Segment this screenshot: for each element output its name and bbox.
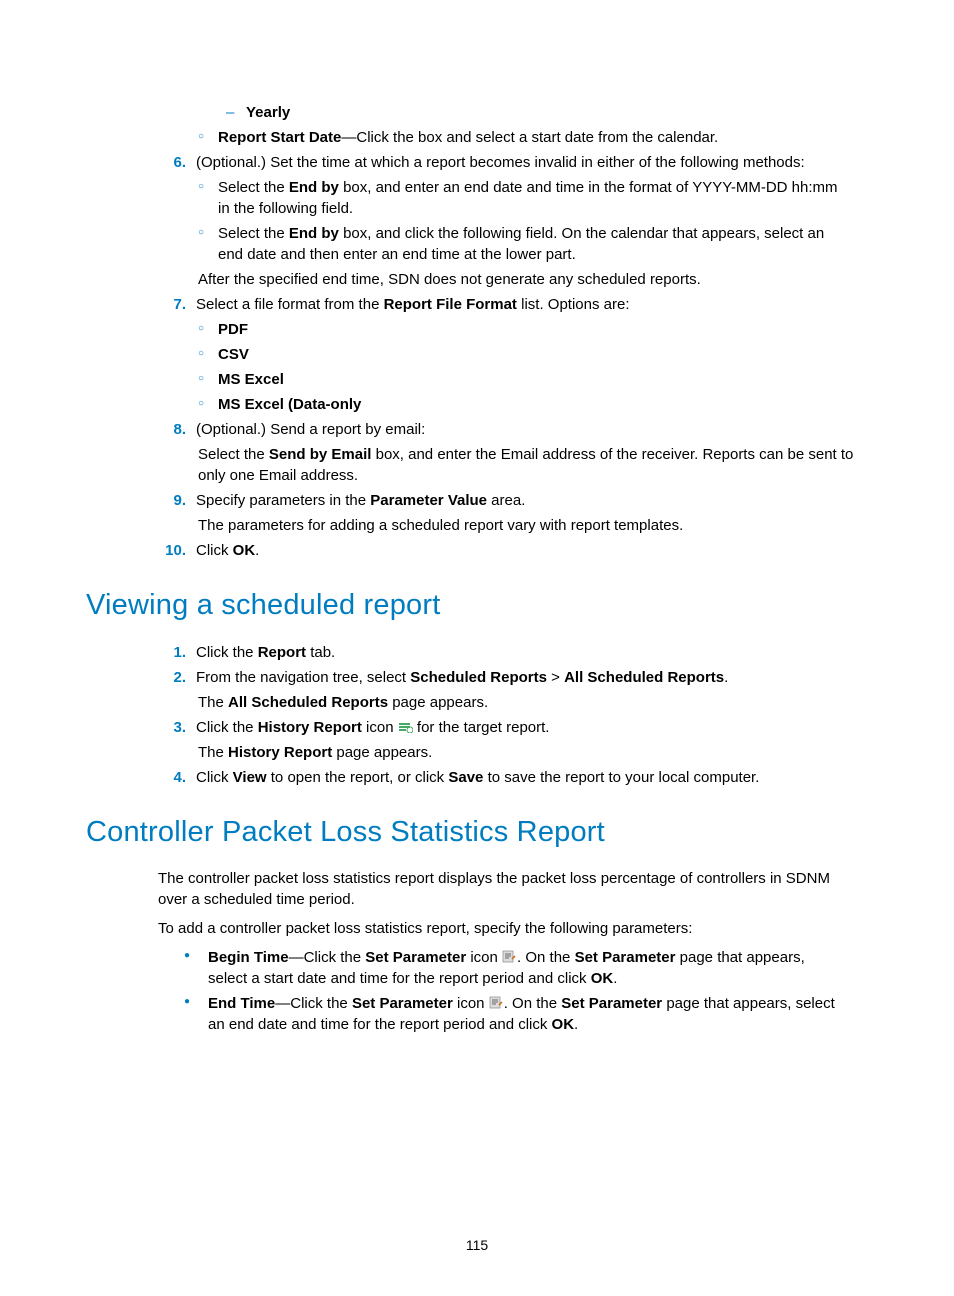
text: From the navigation tree, select Schedul… bbox=[196, 667, 866, 688]
step-number: 8. bbox=[158, 419, 186, 440]
text: End Time—Click the Set Parameter icon . … bbox=[208, 993, 848, 1035]
dash-icon bbox=[226, 102, 246, 123]
text: (Optional.) Send a report by email: bbox=[196, 419, 866, 440]
view-step-4: 4. Click View to open the report, or clic… bbox=[158, 767, 868, 788]
text: Click View to open the report, or click … bbox=[196, 767, 866, 788]
opt-excel: MS Excel bbox=[198, 369, 868, 390]
step-number: 3. bbox=[158, 717, 186, 738]
text: MS Excel (Data-only bbox=[218, 394, 848, 415]
page: Yearly Report Start Date—Click the box a… bbox=[0, 0, 954, 1296]
step-number: 2. bbox=[158, 667, 186, 688]
step-8: 8. (Optional.) Send a report by email: bbox=[158, 419, 868, 440]
step-number: 10. bbox=[158, 540, 186, 561]
sub-bullet-yearly: Yearly bbox=[226, 102, 868, 123]
opt-excel-data: MS Excel (Data-only bbox=[198, 394, 868, 415]
step-6-after: After the specified end time, SDN does n… bbox=[198, 269, 858, 290]
text: Yearly bbox=[246, 102, 846, 123]
text: Click the History Report icon for the ta… bbox=[196, 717, 866, 738]
text: Click OK. bbox=[196, 540, 866, 561]
sub-bullet-endby-b: Select the End by box, and click the fol… bbox=[198, 223, 868, 265]
step-number: 4. bbox=[158, 767, 186, 788]
cpls-end-time: End Time—Click the Set Parameter icon . … bbox=[184, 993, 868, 1035]
opt-pdf: PDF bbox=[198, 319, 868, 340]
step-7: 7. Select a file format from the Report F… bbox=[158, 294, 868, 315]
step-number: 6. bbox=[158, 152, 186, 173]
text: CSV bbox=[218, 344, 848, 365]
text: Select the End by box, and enter an end … bbox=[218, 177, 848, 219]
circle-icon bbox=[198, 127, 218, 147]
text: Begin Time—Click the Set Parameter icon … bbox=[208, 947, 848, 989]
view-step-3-detail: The History Report page appears. bbox=[198, 742, 858, 763]
step-10: 10. Click OK. bbox=[158, 540, 868, 561]
circle-icon bbox=[198, 369, 218, 389]
circle-icon bbox=[198, 344, 218, 364]
view-step-1: 1. Click the Report tab. bbox=[158, 642, 868, 663]
history-report-icon bbox=[398, 718, 413, 731]
circle-icon bbox=[198, 319, 218, 339]
text: Select a file format from the Report Fil… bbox=[196, 294, 866, 315]
set-parameter-icon bbox=[489, 994, 504, 1007]
sub-bullet-endby-a: Select the End by box, and enter an end … bbox=[198, 177, 868, 219]
step-number: 1. bbox=[158, 642, 186, 663]
text: Select the End by box, and click the fol… bbox=[218, 223, 848, 265]
text: PDF bbox=[218, 319, 848, 340]
page-number: 115 bbox=[0, 1236, 954, 1256]
bullet-icon bbox=[184, 993, 208, 1011]
set-parameter-icon bbox=[502, 948, 517, 961]
cpls-intro-2: To add a controller packet loss statisti… bbox=[158, 918, 858, 939]
sub-bullet-report-start-date: Report Start Date—Click the box and sele… bbox=[198, 127, 868, 148]
cpls-begin-time: Begin Time—Click the Set Parameter icon … bbox=[184, 947, 868, 989]
text: Click the Report tab. bbox=[196, 642, 866, 663]
text: (Optional.) Set the time at which a repo… bbox=[196, 152, 866, 173]
heading-controller-packet-loss: Controller Packet Loss Statistics Report bbox=[86, 812, 868, 853]
step-9-detail: The parameters for adding a scheduled re… bbox=[198, 515, 858, 536]
step-6: 6. (Optional.) Set the time at which a re… bbox=[158, 152, 868, 173]
view-step-2: 2. From the navigation tree, select Sched… bbox=[158, 667, 868, 688]
opt-csv: CSV bbox=[198, 344, 868, 365]
bullet-icon bbox=[184, 947, 208, 965]
text: Report Start Date—Click the box and sele… bbox=[218, 127, 848, 148]
cpls-intro-1: The controller packet loss statistics re… bbox=[158, 868, 858, 910]
content: Yearly Report Start Date—Click the box a… bbox=[86, 102, 868, 1035]
circle-icon bbox=[198, 177, 218, 197]
text: Specify parameters in the Parameter Valu… bbox=[196, 490, 866, 511]
step-8-detail: Select the Send by Email box, and enter … bbox=[198, 444, 858, 486]
circle-icon bbox=[198, 394, 218, 414]
step-number: 9. bbox=[158, 490, 186, 511]
circle-icon bbox=[198, 223, 218, 243]
view-step-3: 3. Click the History Report icon for the … bbox=[158, 717, 868, 738]
step-9: 9. Specify parameters in the Parameter Va… bbox=[158, 490, 868, 511]
text: MS Excel bbox=[218, 369, 848, 390]
view-step-2-detail: The All Scheduled Reports page appears. bbox=[198, 692, 858, 713]
heading-viewing-scheduled-report: Viewing a scheduled report bbox=[86, 585, 868, 626]
step-number: 7. bbox=[158, 294, 186, 315]
